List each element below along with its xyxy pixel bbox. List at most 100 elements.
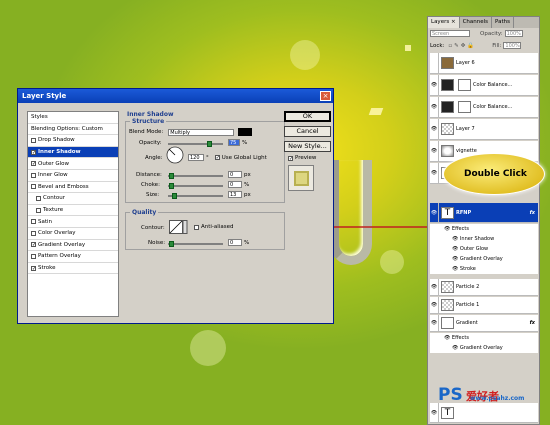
fx-icon[interactable]: fx bbox=[530, 210, 535, 216]
layer-row[interactable]: 👁 Gradient fx bbox=[430, 315, 538, 332]
distance-slider[interactable] bbox=[168, 173, 223, 179]
opacity-slider[interactable] bbox=[168, 141, 223, 147]
style-checkbox[interactable]: ✓ bbox=[31, 242, 36, 248]
fill-field[interactable]: 100% bbox=[503, 42, 522, 49]
style-checkbox[interactable] bbox=[36, 207, 41, 213]
preview-checkbox[interactable]: ✓ bbox=[288, 155, 293, 161]
layer-name: Color Balance... bbox=[473, 82, 513, 88]
style-item[interactable]: ✓ Gradient Overlay bbox=[28, 240, 118, 252]
style-checkbox[interactable] bbox=[31, 253, 36, 259]
opacity-field[interactable]: 100% bbox=[504, 30, 523, 37]
layer-name: Gradient bbox=[456, 320, 478, 326]
visibility-icon[interactable]: 👁 bbox=[430, 203, 439, 222]
size-field[interactable]: 13 bbox=[228, 191, 242, 198]
angle-field[interactable]: 120 bbox=[188, 154, 204, 161]
style-item-label: Contour bbox=[43, 195, 65, 202]
layer-row[interactable]: Layer 6 bbox=[430, 53, 538, 74]
choke-slider[interactable] bbox=[168, 183, 223, 189]
visibility-icon[interactable]: 👁 bbox=[430, 279, 439, 295]
style-checkbox[interactable]: ✓ bbox=[31, 149, 36, 155]
style-checkbox[interactable] bbox=[31, 137, 36, 143]
style-checkbox[interactable]: ✓ bbox=[31, 265, 36, 271]
visibility-icon[interactable]: 👁 bbox=[430, 119, 439, 139]
noise-field[interactable]: 0 bbox=[228, 239, 242, 246]
style-checkbox[interactable] bbox=[31, 172, 36, 178]
style-item[interactable]: ✓ Stroke bbox=[28, 263, 118, 275]
effect-row[interactable]: 👁 Inner Shadow bbox=[430, 234, 538, 244]
close-icon[interactable]: × bbox=[320, 91, 331, 101]
style-item[interactable]: Pattern Overlay bbox=[28, 251, 118, 263]
effect-row[interactable]: 👁 Effects bbox=[430, 333, 538, 343]
choke-field[interactable]: 0 bbox=[228, 181, 242, 188]
layer-thumbnail bbox=[441, 101, 454, 113]
cancel-button[interactable]: Cancel bbox=[284, 126, 331, 137]
style-item-label: Inner Glow bbox=[38, 172, 68, 179]
tab-channels[interactable]: Channels bbox=[459, 17, 493, 28]
style-item[interactable]: ✓ Inner Shadow bbox=[28, 146, 118, 159]
noise-slider[interactable] bbox=[168, 241, 223, 247]
visibility-icon[interactable]: 👁 bbox=[430, 297, 439, 313]
visibility-icon[interactable]: 👁 bbox=[430, 403, 439, 422]
effect-row[interactable]: 👁 Gradient Overlay bbox=[430, 343, 538, 353]
effect-row[interactable]: 👁 Effects bbox=[430, 224, 538, 234]
style-item[interactable]: Styles bbox=[28, 112, 118, 124]
anti-aliased-checkbox[interactable] bbox=[194, 224, 199, 230]
layer-row[interactable]: 👁 T RFNP fx bbox=[430, 203, 538, 223]
size-slider[interactable] bbox=[168, 193, 223, 199]
angle-dial[interactable] bbox=[166, 146, 184, 164]
visibility-icon[interactable]: 👁 bbox=[430, 75, 439, 95]
style-checkbox[interactable] bbox=[31, 184, 36, 190]
effect-row[interactable]: 👁 Outer Glow bbox=[430, 244, 538, 254]
bokeh-light bbox=[290, 40, 320, 70]
style-item[interactable]: Drop Shadow bbox=[28, 135, 118, 147]
layer-name: Particle 1 bbox=[456, 302, 480, 308]
blend-mode-select[interactable]: Multiply bbox=[168, 128, 235, 136]
style-checkbox[interactable] bbox=[31, 230, 36, 236]
distance-field[interactable]: 0 bbox=[228, 171, 242, 178]
style-item[interactable]: Inner Glow bbox=[28, 170, 118, 182]
tab-paths[interactable]: Paths bbox=[492, 17, 514, 28]
ok-button[interactable]: OK bbox=[284, 111, 331, 122]
opacity-field[interactable]: 75 bbox=[228, 139, 240, 146]
fx-icon[interactable]: fx bbox=[530, 320, 535, 326]
style-item[interactable]: Texture bbox=[28, 205, 118, 217]
effect-label: 👁 Inner Shadow bbox=[452, 236, 495, 242]
layer-row[interactable]: 👁 Color Balance... bbox=[430, 97, 538, 118]
style-item[interactable]: ✓ Outer Glow bbox=[28, 158, 118, 170]
style-item[interactable]: Contour bbox=[28, 193, 118, 205]
lock-label: Lock: bbox=[430, 42, 445, 49]
unit: px bbox=[244, 191, 251, 198]
style-checkbox[interactable] bbox=[31, 219, 36, 225]
new-style-button[interactable]: New Style... bbox=[284, 141, 331, 152]
quality-group: Quality Contour: Anti-aliased Noise: 0% bbox=[125, 209, 285, 250]
style-item-label: Bevel and Emboss bbox=[38, 183, 89, 190]
style-item[interactable]: Blending Options: Custom bbox=[28, 124, 118, 136]
visibility-icon[interactable] bbox=[430, 53, 439, 73]
lock-icons[interactable]: ▫✎✥🔒 bbox=[448, 43, 476, 49]
style-item-label: Stroke bbox=[38, 265, 56, 272]
layer-row[interactable]: 👁 Particle 1 bbox=[430, 297, 538, 314]
panel-tabs: Layers × Channels Paths bbox=[428, 17, 539, 28]
style-checkbox[interactable]: ✓ bbox=[31, 161, 36, 167]
style-item-label: Outer Glow bbox=[38, 160, 70, 167]
blend-mode-select[interactable]: Screen bbox=[430, 30, 470, 37]
style-checkbox[interactable] bbox=[36, 195, 41, 201]
layer-thumbnail bbox=[441, 281, 454, 293]
visibility-icon[interactable]: 👁 bbox=[430, 141, 439, 161]
layer-row[interactable]: 👁 Particle 2 bbox=[430, 279, 538, 296]
global-light-checkbox[interactable]: ✓ bbox=[214, 155, 220, 161]
visibility-icon[interactable]: 👁 bbox=[430, 163, 439, 183]
tab-layers[interactable]: Layers × bbox=[428, 17, 460, 28]
style-item[interactable]: Bevel and Emboss bbox=[28, 182, 118, 194]
layer-row[interactable]: 👁 Layer 7 bbox=[430, 119, 538, 140]
style-item[interactable]: Color Overlay bbox=[28, 228, 118, 240]
style-item[interactable]: Satin bbox=[28, 216, 118, 228]
layer-row[interactable]: 👁 Color Balance... bbox=[430, 75, 538, 96]
unit: % bbox=[242, 139, 248, 146]
effect-row[interactable]: 👁 Stroke bbox=[430, 264, 538, 274]
effect-row[interactable]: 👁 Gradient Overlay bbox=[430, 254, 538, 264]
visibility-icon[interactable]: 👁 bbox=[430, 97, 439, 117]
shadow-color-swatch[interactable] bbox=[238, 128, 253, 136]
visibility-icon[interactable]: 👁 bbox=[430, 315, 439, 331]
contour-picker[interactable] bbox=[169, 220, 188, 235]
